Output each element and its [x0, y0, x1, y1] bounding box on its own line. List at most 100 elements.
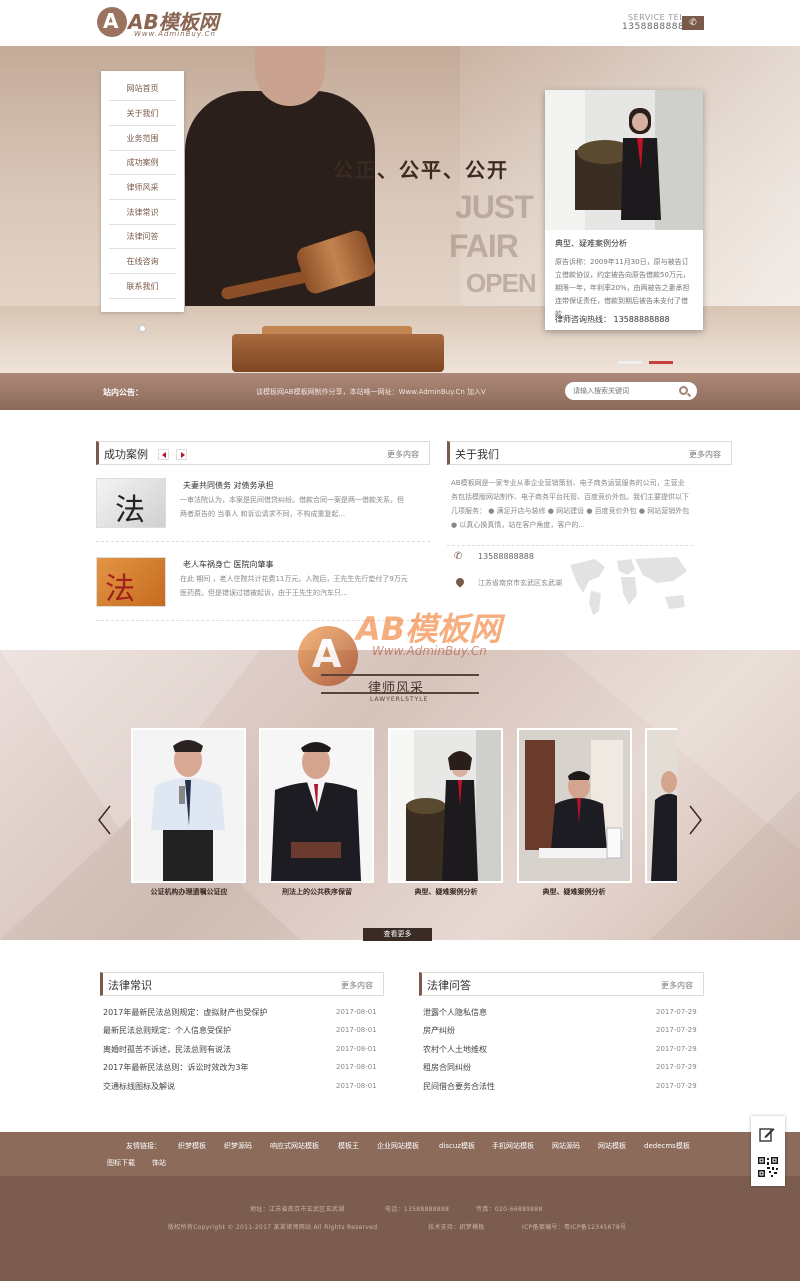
- knowledge-item[interactable]: 2017年最新民法总则规定：虚拟财产也受保护: [103, 1007, 267, 1018]
- qa-date: 2017-07-29: [656, 1063, 697, 1071]
- qr-code-icon[interactable]: [757, 1156, 779, 1178]
- about-header: 关于我们 更多内容: [447, 441, 732, 465]
- case-thumbnail[interactable]: [96, 557, 166, 608]
- cases-more-link[interactable]: 更多内容: [387, 449, 419, 460]
- lawyer-caption[interactable]: 典型、疑难案例分析: [510, 887, 638, 897]
- lawyer-card[interactable]: [517, 728, 632, 883]
- lawyer-photo: [261, 730, 372, 881]
- lawyer-card[interactable]: [131, 728, 246, 883]
- qa-date: 2017-07-29: [656, 1008, 697, 1016]
- qa-item[interactable]: 房产纠纷: [423, 1025, 455, 1036]
- banner-fair: FAIR: [449, 228, 519, 264]
- lawyer-caption[interactable]: 刑法上的公共秩序保留: [253, 887, 381, 897]
- search-box: [565, 382, 697, 400]
- lawyer-card-partial[interactable]: [645, 728, 677, 883]
- slider-indicator-2[interactable]: [649, 361, 673, 364]
- footer-phone: 电话：13588888888: [385, 1206, 450, 1213]
- friend-link[interactable]: discuz模板: [439, 1141, 475, 1151]
- case-item-text: 在此 期间 ，老人住院共计花费11万元。入院后，王先生先行垫付了9万元医药费。但…: [180, 575, 408, 597]
- lawyer-photo: [647, 730, 677, 881]
- knowledge-date: 2017-08-01: [336, 1082, 377, 1090]
- chevron-left-icon[interactable]: [97, 805, 111, 835]
- logo-subtitle: Www.AdminBuy.Cn: [134, 30, 216, 38]
- qa-item[interactable]: 民间借合要务合法性: [423, 1081, 495, 1092]
- qa-date: 2017-07-29: [656, 1026, 697, 1034]
- chevron-right-icon[interactable]: [689, 805, 703, 835]
- knowledge-date: 2017-08-01: [336, 1045, 377, 1053]
- service-tel-label: SERVICE TEL: [628, 13, 685, 22]
- lawyers-title: 律师风采: [368, 681, 425, 696]
- qa-date: 2017-07-29: [656, 1082, 697, 1090]
- nav-item-qa[interactable]: 法律问答: [109, 225, 176, 249]
- qa-item[interactable]: 租房合同纠纷: [423, 1062, 471, 1073]
- knowledge-title: 法律常识: [108, 979, 152, 992]
- cases-header: 成功案例 更多内容: [96, 441, 430, 465]
- friend-link[interactable]: 图标下载: [107, 1158, 135, 1168]
- friend-link[interactable]: 饰站: [152, 1158, 166, 1168]
- view-more-button[interactable]: 查看更多: [363, 928, 432, 941]
- about-title: 关于我们: [455, 448, 499, 461]
- nav-item-consult[interactable]: 在线咨询: [109, 250, 176, 274]
- search-icon[interactable]: [679, 386, 688, 395]
- cases-prev-icon[interactable]: [158, 449, 169, 460]
- cases-next-icon[interactable]: [176, 449, 187, 460]
- knowledge-header: 法律常识 更多内容: [100, 972, 384, 996]
- friend-link[interactable]: 响应式网站模板: [270, 1141, 319, 1151]
- friend-link[interactable]: 企业网站模板: [377, 1141, 419, 1151]
- qa-title: 法律问答: [427, 979, 471, 992]
- qa-item[interactable]: 泄露个人隐私信息: [423, 1007, 487, 1018]
- qa-more-link[interactable]: 更多内容: [661, 980, 693, 991]
- nav-item-knowledge[interactable]: 法律常识: [109, 201, 176, 225]
- knowledge-item[interactable]: 最新民法总则规定：个人信息受保护: [103, 1025, 231, 1036]
- lawyer-card[interactable]: [388, 728, 503, 883]
- footer-icp[interactable]: ICP备案编号：粤ICP备12345678号: [522, 1222, 626, 1231]
- nav-item-lawyers[interactable]: 律师风采: [109, 176, 176, 200]
- knowledge-item[interactable]: 交通标线图标及解说: [103, 1081, 175, 1092]
- case-thumbnail[interactable]: [96, 478, 166, 529]
- nav-item-about[interactable]: 关于我们: [109, 102, 176, 126]
- nav-item-business[interactable]: 业务范围: [109, 127, 176, 151]
- search-input[interactable]: [573, 384, 673, 398]
- footer-support[interactable]: 技术支持：织梦模板: [428, 1222, 485, 1231]
- slider-indicator-1[interactable]: [618, 361, 642, 364]
- phone-icon: ✆: [454, 551, 463, 562]
- lawyer-caption[interactable]: 公证机构办理遗嘱公证应: [125, 887, 253, 897]
- lawyer-card[interactable]: [259, 728, 374, 883]
- notice-text[interactable]: 谈模板网AB模板网制作分享，本站唯一网址：Www.AdminBuy.Cn 加入V: [256, 387, 486, 397]
- notice-label: 站内公告：: [103, 388, 143, 397]
- world-map-icon: [570, 557, 687, 615]
- friend-links-bar: 友情链接： 织梦模板 织梦源码 响应式网站模板 模板王 企业网站模板 discu…: [0, 1132, 800, 1176]
- friend-link[interactable]: 网站模板: [598, 1141, 626, 1151]
- case-item-title[interactable]: 夫妻共同债务 对债务承担: [183, 480, 274, 491]
- friend-link[interactable]: 手机网站模板: [492, 1141, 534, 1151]
- featured-case-hotline: 律师咨询热线： 13588888888: [555, 315, 670, 324]
- nav-item-cases[interactable]: 成功案例: [109, 151, 176, 175]
- knowledge-more-link[interactable]: 更多内容: [341, 980, 373, 991]
- about-more-link[interactable]: 更多内容: [689, 449, 721, 460]
- featured-case-title[interactable]: 典型、疑难案例分析: [555, 238, 627, 249]
- friend-link[interactable]: 网站源码: [552, 1141, 580, 1151]
- friend-link[interactable]: 模板王: [338, 1141, 359, 1151]
- qa-header: 法律问答 更多内容: [419, 972, 704, 996]
- edit-icon[interactable]: [759, 1126, 775, 1142]
- friend-link[interactable]: 织梦源码: [224, 1141, 252, 1151]
- knowledge-date: 2017-08-01: [336, 1008, 377, 1016]
- featured-case-card[interactable]: 典型、疑难案例分析 原告诉称：2009年11月30日，原与被告订立借款协议，约定…: [545, 90, 703, 330]
- lawyer-photo-icon: [545, 90, 703, 230]
- links-label: 友情链接：: [126, 1142, 161, 1150]
- case-item-text: 一审法院认为，本案是民间借贷纠纷。借款合同一案是两一借款关系，但两者原告的 当事…: [180, 496, 404, 518]
- lawyer-caption[interactable]: 典型、疑难案例分析: [382, 887, 510, 897]
- friend-link[interactable]: dedecms模板: [644, 1141, 690, 1151]
- nav-item-home[interactable]: 网站首页: [109, 77, 176, 101]
- main-nav: 网站首页 关于我们 业务范围 成功案例 律师风采 法律常识 法律问答 在线咨询 …: [101, 71, 184, 312]
- nav-item-contact[interactable]: 联系我们: [109, 275, 176, 299]
- case-item-title[interactable]: 老人车祸身亡 医院向肇事: [183, 559, 274, 570]
- knowledge-item[interactable]: 2017年最新民法总则：诉讼时效改为3年: [103, 1062, 248, 1073]
- logo-icon[interactable]: [97, 7, 127, 37]
- header: AB模板网 Www.AdminBuy.Cn SERVICE TEL 135888…: [0, 0, 800, 46]
- qa-date: 2017-07-29: [656, 1045, 697, 1053]
- knowledge-item[interactable]: 离婚时孤苦不诉述，民法总则有说法: [103, 1044, 231, 1055]
- qa-item[interactable]: 农村个人土地维权: [423, 1044, 487, 1055]
- about-text: AB模板网是一家专业从事企业营销策划、电子商务运营服务的公司，主营业务包括模版网…: [451, 479, 690, 529]
- friend-link[interactable]: 织梦模板: [178, 1141, 206, 1151]
